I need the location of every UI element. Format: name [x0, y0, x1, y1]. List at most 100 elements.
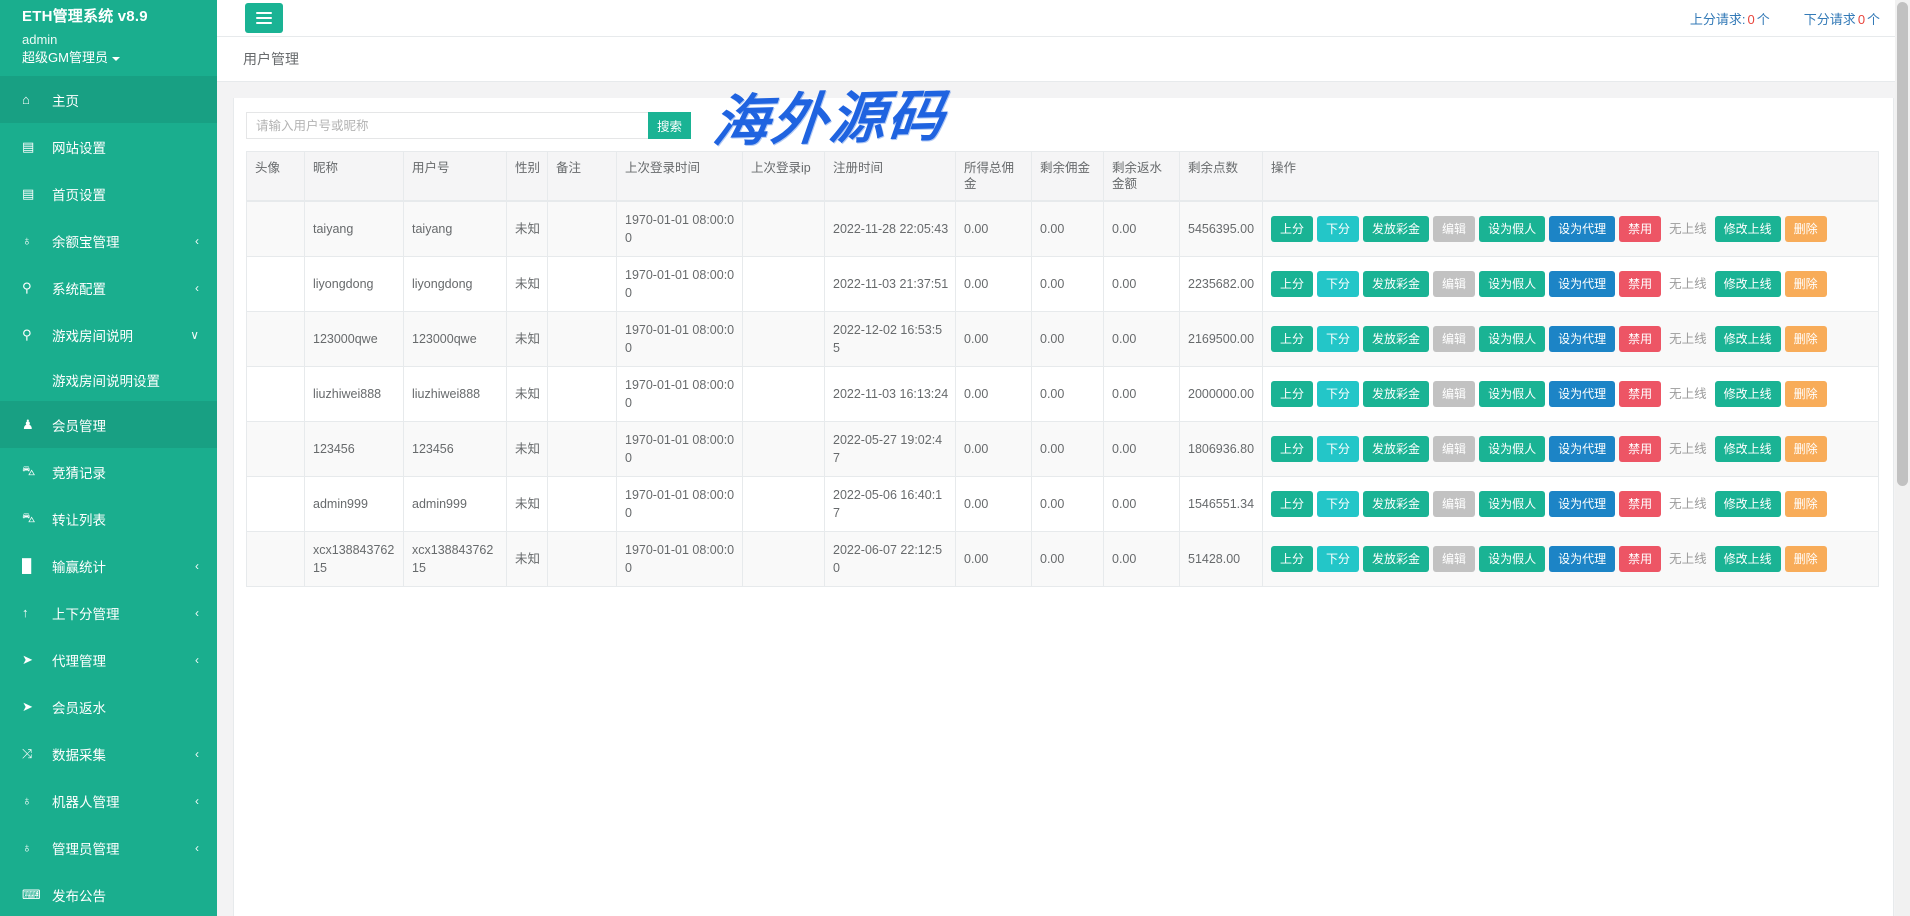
action-button-2[interactable]: 发放彩金 — [1363, 436, 1429, 462]
action-button-2[interactable]: 发放彩金 — [1363, 491, 1429, 517]
down-request-status[interactable]: 下分请求0个 — [1804, 9, 1880, 28]
sidebar-item-14[interactable]: ♁机器人管理‹ — [0, 777, 217, 824]
action2-button-2[interactable]: 修改上线 — [1715, 271, 1781, 297]
cell-total_commission: 0.00 — [956, 422, 1032, 477]
action-button-2[interactable]: 发放彩金 — [1363, 326, 1429, 352]
sidebar-item-15[interactable]: ♁管理员管理‹ — [0, 824, 217, 871]
sidebar-item-2[interactable]: ▤首页设置 — [0, 170, 217, 217]
action-button-4[interactable]: 设为假人 — [1479, 381, 1545, 407]
action-button-5[interactable]: 设为代理 — [1549, 491, 1615, 517]
search-toolbar: 搜索 — [234, 112, 1893, 151]
action-button-1[interactable]: 下分 — [1317, 326, 1359, 352]
action-button-4[interactable]: 设为假人 — [1479, 546, 1545, 572]
action-button-5[interactable]: 设为代理 — [1549, 216, 1615, 242]
cell-sex: 未知 — [507, 367, 548, 422]
action2-button-3[interactable]: 删除 — [1785, 546, 1827, 572]
action-button-3[interactable]: 编辑 — [1433, 381, 1475, 407]
action2-button-3[interactable]: 删除 — [1785, 436, 1827, 462]
action-button-3[interactable]: 编辑 — [1433, 216, 1475, 242]
sidebar-item-3[interactable]: ♁余额宝管理‹ — [0, 217, 217, 264]
cell-rest_water: 0.00 — [1104, 532, 1180, 587]
search-input[interactable] — [246, 112, 648, 139]
user-table-container: 头像昵称用户号性别备注上次登录时间上次登录ip注册时间所得总佣金剩余佣金剩余返水… — [234, 151, 1893, 916]
menu-toggle-button[interactable] — [245, 3, 283, 33]
action-button-0[interactable]: 上分 — [1271, 546, 1313, 572]
page-scrollbar-thumb[interactable] — [1897, 2, 1908, 486]
action-button-5[interactable]: 设为代理 — [1549, 381, 1615, 407]
action-button-4[interactable]: 设为假人 — [1479, 326, 1545, 352]
sidebar-item-7[interactable]: ⛍竞猜记录 — [0, 448, 217, 495]
action2-button-0[interactable]: 禁用 — [1619, 216, 1661, 242]
action2-button-0[interactable]: 禁用 — [1619, 381, 1661, 407]
action-button-5[interactable]: 设为代理 — [1549, 271, 1615, 297]
action2-button-0[interactable]: 禁用 — [1619, 436, 1661, 462]
action-button-3[interactable]: 编辑 — [1433, 436, 1475, 462]
sidebar-item-10[interactable]: ↑上下分管理‹ — [0, 589, 217, 636]
sidebar-item-4[interactable]: ⚲系统配置‹ — [0, 264, 217, 311]
action-button-3[interactable]: 编辑 — [1433, 491, 1475, 517]
action-button-2[interactable]: 发放彩金 — [1363, 271, 1429, 297]
action2-button-3[interactable]: 删除 — [1785, 326, 1827, 352]
action-button-1[interactable]: 下分 — [1317, 436, 1359, 462]
action-button-0[interactable]: 上分 — [1271, 381, 1313, 407]
action-button-0[interactable]: 上分 — [1271, 491, 1313, 517]
sidebar-item-0[interactable]: ⌂主页 — [0, 76, 217, 123]
action-button-1[interactable]: 下分 — [1317, 381, 1359, 407]
action2-button-3[interactable]: 删除 — [1785, 491, 1827, 517]
sidebar-item-label: 机器人管理 — [52, 791, 189, 811]
action-button-4[interactable]: 设为假人 — [1479, 436, 1545, 462]
action-button-1[interactable]: 下分 — [1317, 216, 1359, 242]
action2-button-3[interactable]: 删除 — [1785, 271, 1827, 297]
action-button-4[interactable]: 设为假人 — [1479, 271, 1545, 297]
action2-button-0[interactable]: 禁用 — [1619, 326, 1661, 352]
sidebar-item-9[interactable]: █输赢统计‹ — [0, 542, 217, 589]
action-button-5[interactable]: 设为代理 — [1549, 546, 1615, 572]
search-button[interactable]: 搜索 — [648, 112, 691, 139]
action-button-5[interactable]: 设为代理 — [1549, 436, 1615, 462]
sidebar-item-12[interactable]: ➤会员返水 — [0, 683, 217, 730]
action-button-1[interactable]: 下分 — [1317, 546, 1359, 572]
cell-rest_commission: 0.00 — [1032, 201, 1104, 257]
action2-button-2[interactable]: 修改上线 — [1715, 381, 1781, 407]
action2-button-2[interactable]: 修改上线 — [1715, 436, 1781, 462]
action-button-3[interactable]: 编辑 — [1433, 271, 1475, 297]
action2-button-0[interactable]: 禁用 — [1619, 271, 1661, 297]
up-request-status[interactable]: 上分请求:0个 — [1690, 9, 1770, 28]
action2-button-2[interactable]: 修改上线 — [1715, 546, 1781, 572]
action2-button-2[interactable]: 修改上线 — [1715, 216, 1781, 242]
action2-button-3[interactable]: 删除 — [1785, 381, 1827, 407]
sidebar-item-16[interactable]: ⌨发布公告 — [0, 871, 217, 916]
action-button-0[interactable]: 上分 — [1271, 271, 1313, 297]
action-button-5[interactable]: 设为代理 — [1549, 326, 1615, 352]
sidebar-item-11[interactable]: ➤代理管理‹ — [0, 636, 217, 683]
action-button-1[interactable]: 下分 — [1317, 271, 1359, 297]
action-button-1[interactable]: 下分 — [1317, 491, 1359, 517]
action2-button-3[interactable]: 删除 — [1785, 216, 1827, 242]
action-button-3[interactable]: 编辑 — [1433, 326, 1475, 352]
table-row: 123000qwe123000qwe未知1970-01-01 08:00:002… — [247, 312, 1879, 367]
action-button-2[interactable]: 发放彩金 — [1363, 546, 1429, 572]
action-button-2[interactable]: 发放彩金 — [1363, 216, 1429, 242]
action2-button-2[interactable]: 修改上线 — [1715, 491, 1781, 517]
action2-button-2[interactable]: 修改上线 — [1715, 326, 1781, 352]
action2-button-0[interactable]: 禁用 — [1619, 546, 1661, 572]
sidebar-item-5[interactable]: ⚲游戏房间说明∨ — [0, 311, 217, 358]
sidebar-item-label: 会员管理 — [52, 415, 199, 435]
action-button-0[interactable]: 上分 — [1271, 216, 1313, 242]
action-button-0[interactable]: 上分 — [1271, 326, 1313, 352]
action-button-4[interactable]: 设为假人 — [1479, 491, 1545, 517]
page-scrollbar[interactable] — [1895, 0, 1910, 916]
user-table-body: taiyangtaiyang未知1970-01-01 08:00:002022-… — [247, 201, 1879, 587]
sidebar-item-13[interactable]: ⤨数据采集‹ — [0, 730, 217, 777]
action-button-4[interactable]: 设为假人 — [1479, 216, 1545, 242]
action-button-0[interactable]: 上分 — [1271, 436, 1313, 462]
sidebar-item-8[interactable]: ⛍转让列表 — [0, 495, 217, 542]
table-header-cell: 剩余点数 — [1180, 152, 1263, 202]
sidebar-item-6[interactable]: ♟会员管理 — [0, 401, 217, 448]
sidebar-subitem-5-0[interactable]: 游戏房间说明设置 — [0, 358, 217, 401]
action-button-3[interactable]: 编辑 — [1433, 546, 1475, 572]
sidebar-role-dropdown[interactable]: 超级GM管理员 — [0, 49, 217, 76]
sidebar-item-1[interactable]: ▤网站设置 — [0, 123, 217, 170]
action-button-2[interactable]: 发放彩金 — [1363, 381, 1429, 407]
action2-button-0[interactable]: 禁用 — [1619, 491, 1661, 517]
